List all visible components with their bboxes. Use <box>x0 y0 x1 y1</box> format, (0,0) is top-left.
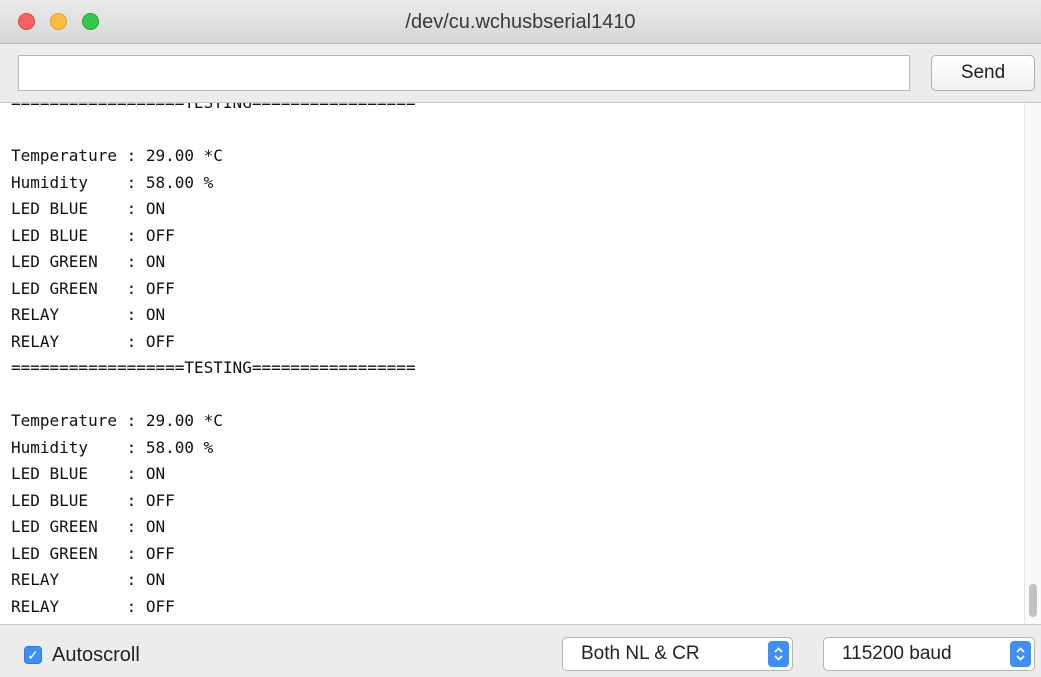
serial-command-input[interactable] <box>18 55 910 91</box>
output-line: RELAY : OFF <box>11 596 175 616</box>
output-line: RELAY : ON <box>11 305 166 324</box>
checkmark-icon: ✓ <box>27 647 39 663</box>
output-line: ==================TESTING===============… <box>11 358 416 377</box>
output-line: LED GREEN : ON <box>11 517 166 536</box>
title-bar: /dev/cu.wchusbserial1410 <box>0 0 1041 44</box>
output-line: RELAY : ON <box>11 570 166 589</box>
chevron-up-down-icon <box>1010 641 1031 667</box>
output-line: LED BLUE : ON <box>11 199 166 218</box>
scrollbar-thumb[interactable] <box>1029 584 1037 617</box>
output-line: Temperature : 29.00 *C <box>11 146 223 165</box>
autoscroll-label: Autoscroll <box>52 643 140 666</box>
send-button[interactable]: Send <box>931 55 1035 91</box>
serial-output-text: ==================TESTING===============… <box>11 102 1011 620</box>
output-line: Humidity : 58.00 % <box>11 172 214 192</box>
vertical-scrollbar[interactable] <box>1024 103 1041 624</box>
serial-monitor-window: /dev/cu.wchusbserial1410 Send ==========… <box>0 0 1041 677</box>
output-line: LED GREEN : ON <box>11 252 166 271</box>
autoscroll-toggle[interactable]: ✓ Autoscroll <box>24 644 140 666</box>
baud-rate-value: 115200 baud <box>842 643 952 664</box>
output-line: LED BLUE : OFF <box>11 490 175 510</box>
output-line: LED GREEN : OFF <box>11 543 175 563</box>
baud-rate-select[interactable]: 115200 baud <box>823 637 1035 671</box>
status-footer: ✓ Autoscroll Both NL & CR 115200 baud <box>0 625 1041 677</box>
output-line: Humidity : 58.00 % <box>11 437 214 457</box>
output-line: Temperature : 29.00 *C <box>11 411 223 430</box>
autoscroll-checkbox[interactable]: ✓ <box>24 646 42 664</box>
window-title: /dev/cu.wchusbserial1410 <box>405 11 636 33</box>
line-ending-select[interactable]: Both NL & CR <box>562 637 793 671</box>
output-line: RELAY : OFF <box>11 331 175 351</box>
chevron-up-down-icon <box>768 641 789 667</box>
output-line: LED BLUE : ON <box>11 464 166 483</box>
output-line: ==================TESTING===============… <box>11 102 416 112</box>
send-toolbar: Send <box>0 44 1041 102</box>
output-line: LED GREEN : OFF <box>11 278 175 298</box>
line-ending-value: Both NL & CR <box>581 643 700 664</box>
output-line: LED BLUE : OFF <box>11 225 175 245</box>
serial-output-area[interactable]: ==================TESTING===============… <box>0 102 1041 625</box>
